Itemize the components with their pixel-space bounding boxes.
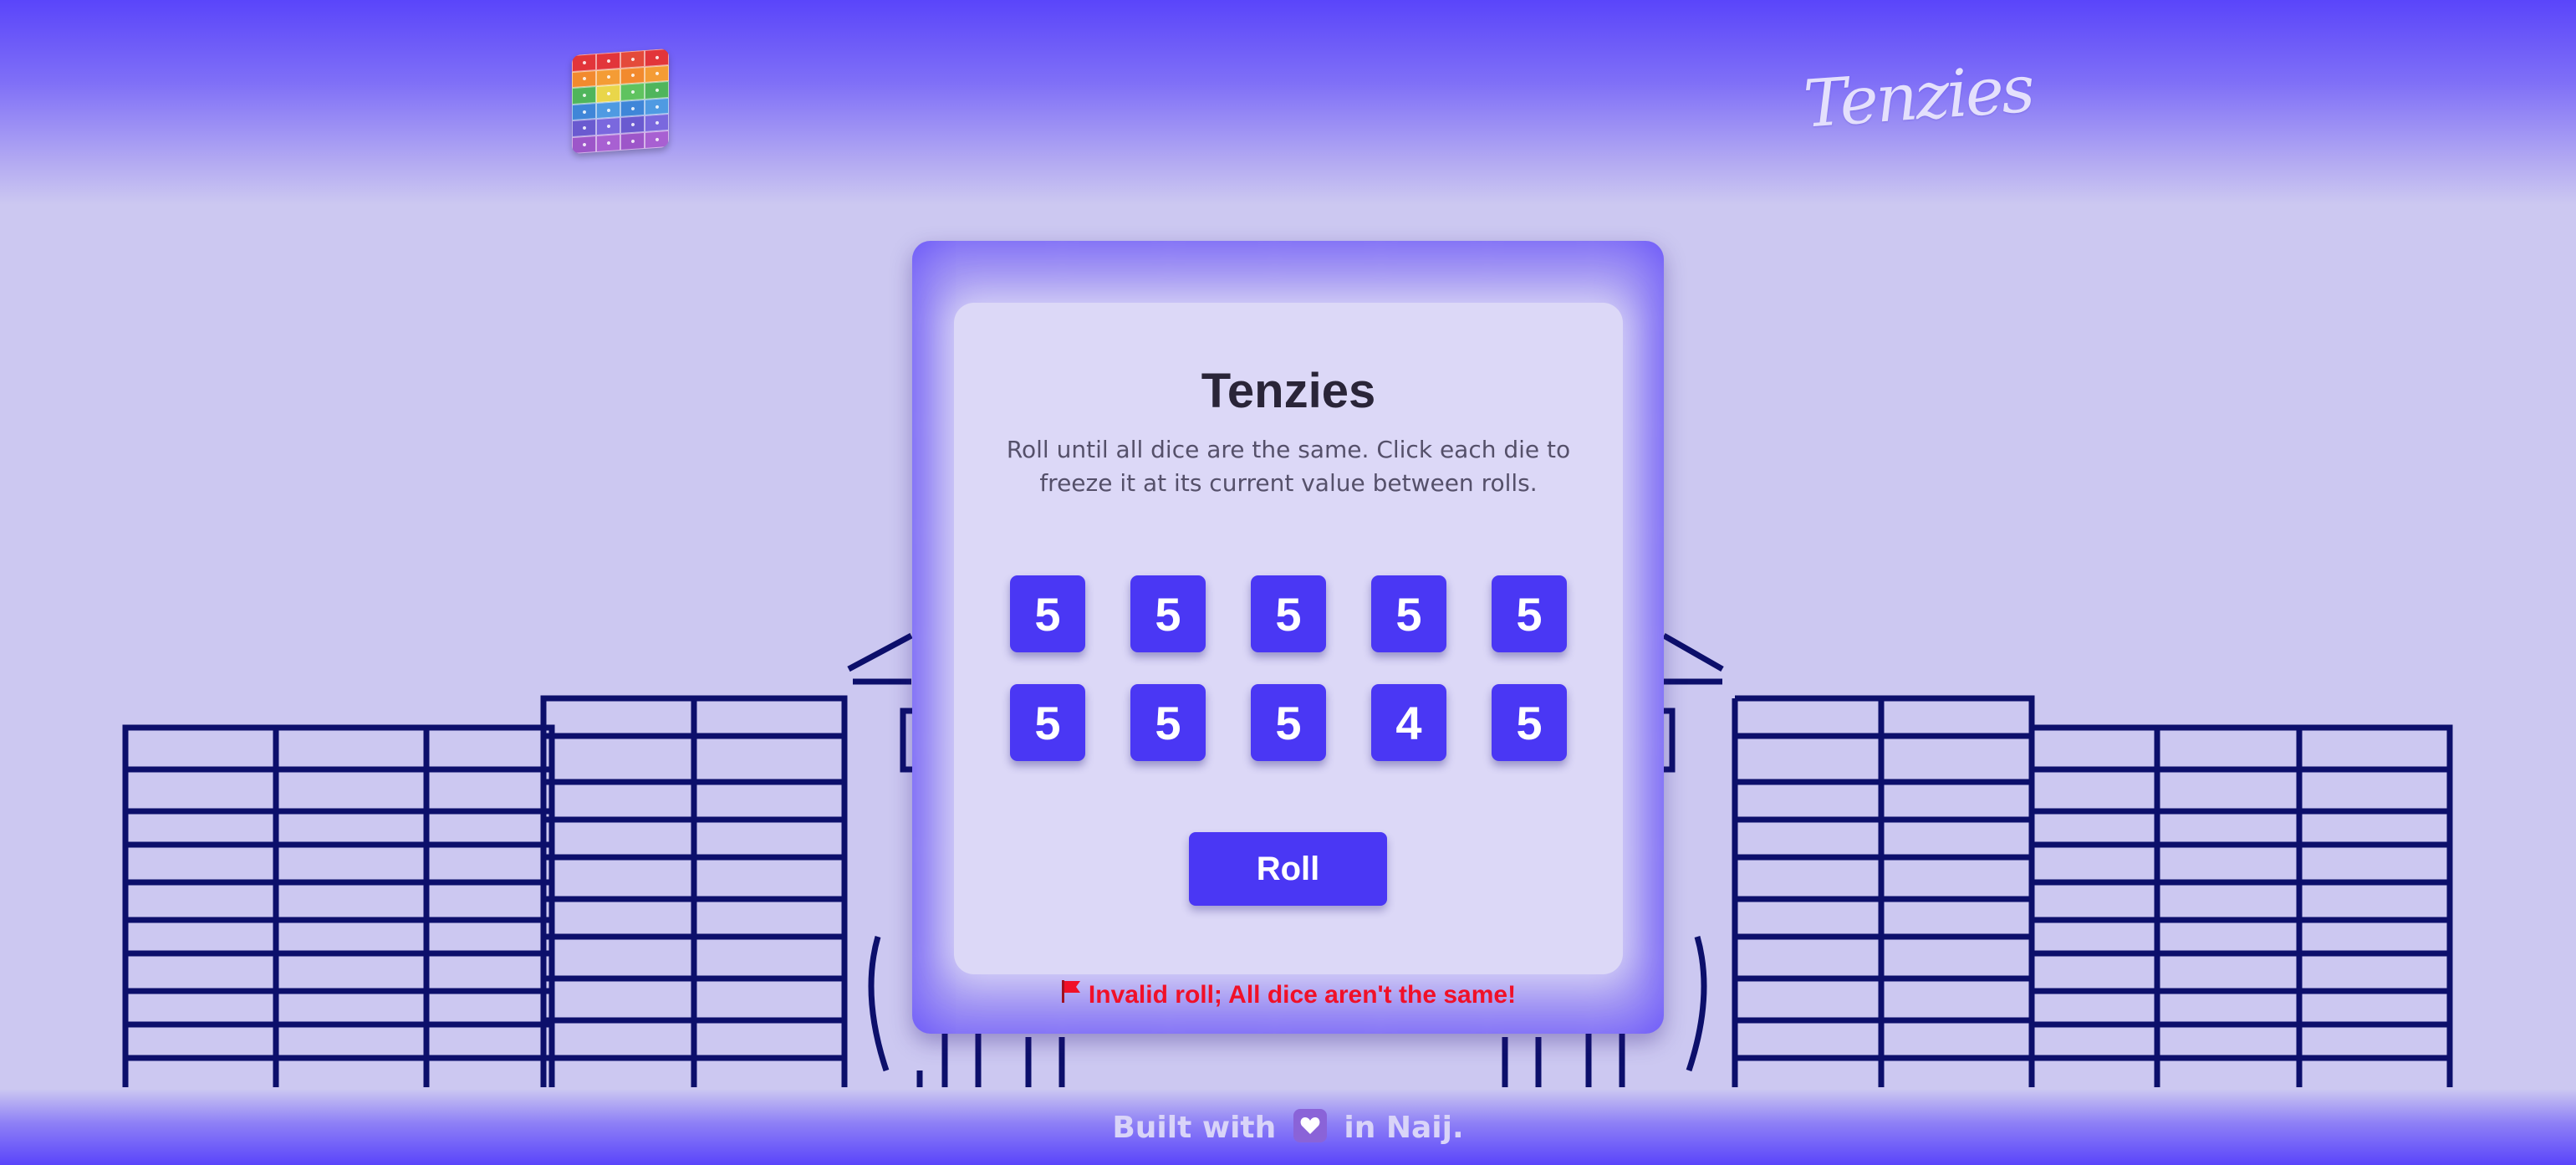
die-2[interactable]: 5 [1130, 575, 1206, 652]
footer-suffix: in Naij. [1344, 1111, 1464, 1145]
red-flag-icon [1060, 978, 1082, 1014]
footer-credit: Built with in Naij. [0, 1109, 2576, 1146]
app-page: Tenzies Tenzies Roll until all dice are … [0, 0, 2576, 1165]
header-bar: Tenzies [0, 0, 2576, 205]
status-message: Invalid roll; All dice aren't the same! [912, 977, 1664, 1014]
die-9[interactable]: 4 [1371, 684, 1446, 761]
brand-wordmark: Tenzies [1801, 51, 2035, 143]
footer-bar: Built with in Naij. [0, 1089, 2576, 1165]
die-4[interactable]: 5 [1371, 575, 1446, 652]
status-text: Invalid roll; All dice aren't the same! [1088, 981, 1517, 1009]
die-10[interactable]: 5 [1492, 684, 1567, 761]
die-3[interactable]: 5 [1251, 575, 1326, 652]
game-panel: Tenzies Roll until all dice are the same… [954, 303, 1623, 974]
purple-heart-icon [1293, 1109, 1327, 1142]
die-8[interactable]: 5 [1251, 684, 1326, 761]
die-7[interactable]: 5 [1130, 684, 1206, 761]
game-instructions: Roll until all dice are the same. Click … [1006, 436, 1571, 497]
die-6[interactable]: 5 [1010, 684, 1085, 761]
roll-button[interactable]: Roll [1189, 832, 1387, 906]
rainbow-dice-cube-icon [572, 48, 669, 154]
footer-prefix: Built with [1112, 1111, 1277, 1145]
game-title: Tenzies [1201, 364, 1376, 418]
game-card: Tenzies Roll until all dice are the same… [912, 241, 1664, 1034]
die-5[interactable]: 5 [1492, 575, 1567, 652]
die-1[interactable]: 5 [1010, 575, 1085, 652]
